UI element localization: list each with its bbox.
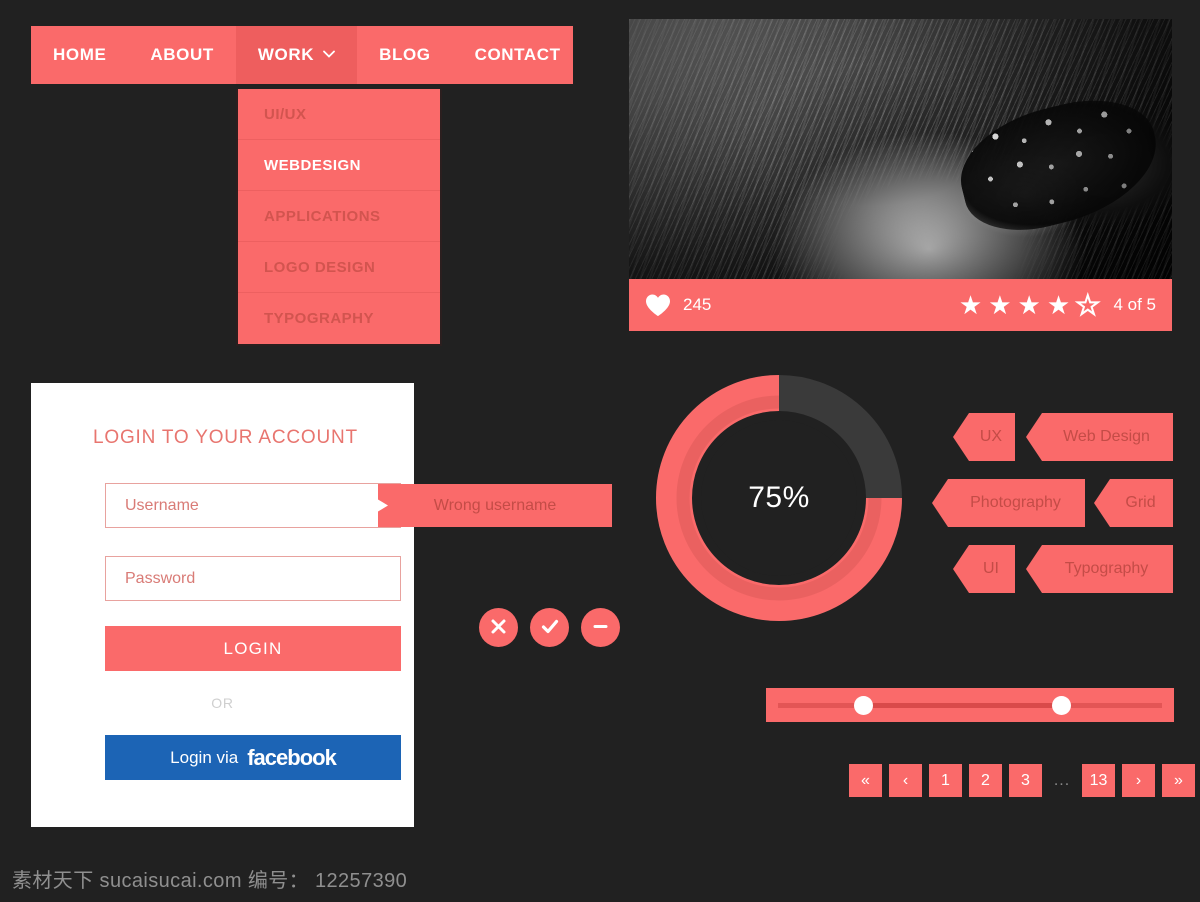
- error-tooltip: Wrong username: [378, 484, 612, 527]
- photo-image: [629, 19, 1172, 279]
- pagination-last[interactable]: »: [1162, 764, 1195, 797]
- remove-button[interactable]: [581, 608, 620, 647]
- pagination-next[interactable]: ›: [1122, 764, 1155, 797]
- nav-item-label: CONTACT: [474, 45, 561, 64]
- nav-item-label: WORK: [257, 45, 315, 64]
- chevron-down-icon: [323, 50, 335, 61]
- username-input[interactable]: [105, 483, 401, 528]
- error-tooltip-label: Wrong username: [433, 496, 557, 514]
- rating-text: 4 of 5: [1113, 295, 1156, 314]
- photo-card-footer: 245 ★ ★ ★ ★ ★ 4 of 5: [629, 279, 1172, 331]
- watermark-text: 素材天下 sucaisucai.com 编号： 12257390: [12, 870, 408, 892]
- login-panel: LOGIN TO YOUR ACCOUNT LOGIN OR Login via…: [31, 383, 414, 827]
- donut-progress-chart: 75%: [651, 370, 907, 626]
- nav-item-home[interactable]: HOME: [31, 26, 128, 84]
- tag-ui[interactable]: UI: [953, 545, 1015, 593]
- heart-icon: [645, 293, 671, 317]
- dropdown-item-ui-ux[interactable]: UI/UX: [238, 89, 440, 140]
- tag-label: Typography: [1064, 560, 1149, 577]
- tag-label: Photography: [970, 494, 1061, 511]
- star-filled-icon: ★: [988, 290, 1012, 320]
- slider-handle-high[interactable]: [1052, 696, 1071, 715]
- check-icon: [540, 617, 560, 639]
- slider-handle-low[interactable]: [854, 696, 873, 715]
- tag-label: Grid: [1125, 494, 1156, 511]
- tag-photography[interactable]: Photography: [932, 479, 1085, 527]
- dropdown-item-label: WEBDESIGN: [264, 156, 362, 174]
- tag-label: Web Design: [1063, 428, 1150, 445]
- main-navigation: HOME ABOUT WORK BLOG CONTACT: [31, 26, 573, 84]
- pagination: « ‹ 1 2 3 ... 13 › »: [849, 764, 1195, 797]
- star-filled-icon: ★: [1046, 290, 1071, 320]
- or-divider-label: OR: [211, 695, 234, 711]
- nav-item-label: ABOUT: [150, 45, 214, 64]
- photo-vignette: [629, 19, 1172, 279]
- tag-ux[interactable]: UX: [953, 413, 1015, 461]
- facebook-prefix-label: Login via: [170, 747, 239, 767]
- facebook-brand-label: facebook: [247, 744, 337, 770]
- pagination-ellipsis: ...: [1053, 771, 1071, 789]
- donut-value-label: 75%: [748, 481, 810, 514]
- slider-selected-range: [863, 703, 1063, 708]
- range-slider[interactable]: [766, 688, 1174, 722]
- likes-count: 245: [683, 295, 712, 314]
- tag-web-design[interactable]: Web Design: [1026, 413, 1173, 461]
- pagination-prev[interactable]: ‹: [889, 764, 922, 797]
- work-dropdown-menu: UI/UX WEBDESIGN APPLICATIONS LOGO DESIGN…: [236, 89, 442, 346]
- login-title: LOGIN TO YOUR ACCOUNT: [93, 427, 358, 448]
- pagination-page-3[interactable]: 3: [1009, 764, 1042, 797]
- login-button[interactable]: LOGIN: [105, 626, 401, 671]
- facebook-login-button[interactable]: Login via facebook: [105, 735, 401, 780]
- dropdown-item-applications[interactable]: APPLICATIONS: [238, 191, 440, 242]
- tag-label: UX: [979, 428, 1003, 445]
- minus-icon: [591, 617, 610, 639]
- close-icon: [489, 617, 508, 639]
- dropdown-item-webdesign[interactable]: WEBDESIGN: [238, 140, 440, 191]
- dropdown-item-typography[interactable]: TYPOGRAPHY: [238, 293, 440, 344]
- photo-card: 245 ★ ★ ★ ★ ★ 4 of 5: [629, 19, 1172, 331]
- tag-label: UI: [983, 560, 999, 577]
- circle-button-group: [479, 608, 620, 647]
- dropdown-item-label: UI/UX: [264, 105, 307, 123]
- pagination-page-13[interactable]: 13: [1082, 764, 1115, 797]
- star-filled-icon: ★: [958, 290, 983, 320]
- dropdown-item-logo-design[interactable]: LOGO DESIGN: [238, 242, 440, 293]
- dropdown-item-label: LOGO DESIGN: [264, 258, 376, 276]
- tag-typography[interactable]: Typography: [1026, 545, 1173, 593]
- ui-kit-canvas: HOME ABOUT WORK BLOG CONTACT UI/UX WEBDE…: [0, 0, 1200, 902]
- nav-item-contact[interactable]: CONTACT: [453, 26, 583, 84]
- nav-item-about[interactable]: ABOUT: [128, 26, 235, 84]
- password-input[interactable]: [105, 556, 401, 601]
- star-filled-icon: ★: [1017, 290, 1041, 320]
- nav-item-label: BLOG: [379, 45, 431, 64]
- nav-item-label: HOME: [53, 45, 107, 64]
- tag-grid[interactable]: Grid: [1094, 479, 1173, 527]
- close-button[interactable]: [479, 608, 518, 647]
- star-rating[interactable]: ★ ★ ★ ★ ★ 4 of 5: [958, 290, 1156, 320]
- dropdown-item-label: TYPOGRAPHY: [264, 310, 375, 327]
- confirm-button[interactable]: [530, 608, 569, 647]
- nav-item-work[interactable]: WORK: [235, 26, 358, 84]
- pagination-first[interactable]: «: [849, 764, 882, 797]
- dropdown-item-label: APPLICATIONS: [264, 207, 381, 225]
- pagination-page-1[interactable]: 1: [929, 764, 962, 797]
- pagination-page-2[interactable]: 2: [969, 764, 1002, 797]
- star-empty-icon: ★: [1075, 290, 1100, 320]
- likes-group[interactable]: 245: [645, 293, 711, 317]
- nav-item-blog[interactable]: BLOG: [357, 26, 453, 84]
